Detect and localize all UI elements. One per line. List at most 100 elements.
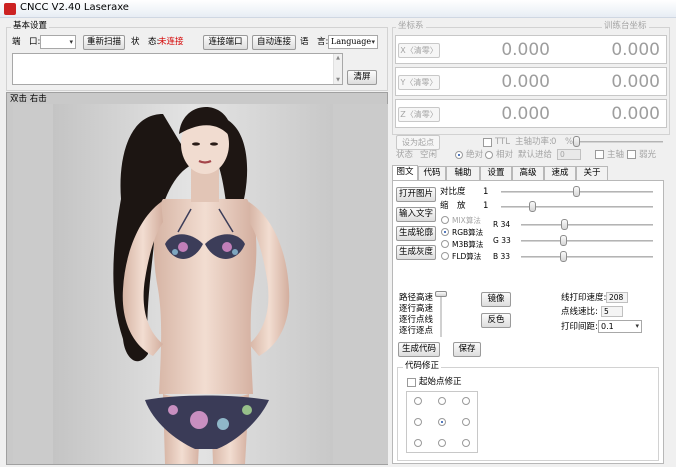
input-text-button[interactable]: 输入文字: [396, 207, 436, 222]
path-mode-line-fast[interactable]: 逐行高速: [399, 304, 433, 315]
path-mode-line-dot-line[interactable]: 逐行点线: [399, 315, 433, 326]
origin-top-center-radio[interactable]: [438, 397, 446, 405]
mix-algo-label: MIX算法: [452, 216, 481, 225]
generate-grayscale-button[interactable]: 生成灰度: [396, 245, 436, 260]
save-button[interactable]: 保存: [453, 342, 481, 357]
status-value: 未连接: [158, 37, 184, 47]
scroll-up-icon: ▲: [336, 55, 340, 61]
set-origin-button[interactable]: 设为起点: [396, 135, 440, 150]
origin-bottom-left-radio[interactable]: [414, 439, 422, 447]
state-value: 空闲: [420, 150, 438, 160]
ttl-checkbox[interactable]: [483, 138, 492, 147]
generate-outline-button[interactable]: 生成轮廓: [396, 226, 436, 241]
weak-light-label: 弱光: [639, 150, 657, 160]
language-select[interactable]: Language ▾: [328, 35, 378, 49]
r-channel-thumb[interactable]: [561, 219, 568, 230]
path-mode-thumb[interactable]: [435, 291, 447, 297]
invert-button[interactable]: 反色: [481, 313, 511, 328]
y-work-value: 0.000: [611, 72, 660, 92]
loaded-photo: [13, 104, 388, 464]
contrast-thumb[interactable]: [573, 186, 580, 197]
chevron-down-icon: ▾: [69, 38, 73, 46]
connect-port-button[interactable]: 连接端口: [203, 35, 248, 50]
fld-algo-radio[interactable]: [441, 252, 449, 260]
log-scrollbar[interactable]: ▲ ▼: [333, 54, 342, 84]
spindle-checkbox[interactable]: [595, 150, 604, 159]
tab-image-text[interactable]: 图文: [392, 165, 418, 180]
app-icon: [4, 3, 16, 15]
x-zero-button[interactable]: X〈清零〉: [398, 43, 440, 58]
laser-power-thumb[interactable]: [573, 136, 580, 147]
z-work-value: 0.000: [611, 104, 660, 124]
rgb-algo-radio[interactable]: [441, 228, 449, 236]
origin-top-left-radio[interactable]: [414, 397, 422, 405]
window-title: CNCC V2.40 Laseraxe: [20, 2, 129, 13]
tab-about[interactable]: 关于: [576, 166, 608, 180]
g-channel-slider[interactable]: [521, 240, 653, 242]
generate-code-button[interactable]: 生成代码: [398, 342, 440, 357]
tab-code[interactable]: 代码: [418, 166, 446, 180]
path-mode-line-dot[interactable]: 逐行逐点: [399, 326, 433, 337]
m3b-algo-radio[interactable]: [441, 240, 449, 248]
basic-settings-title: 基本设置: [11, 21, 50, 32]
b-channel-thumb[interactable]: [560, 251, 567, 262]
relative-radio[interactable]: [485, 151, 493, 159]
y-zero-button[interactable]: Y〈清零〉: [398, 75, 440, 90]
x-work-value: 0.000: [611, 40, 660, 60]
contrast-value: 1: [483, 187, 489, 197]
y-machine-value: 0.000: [501, 72, 550, 92]
line-speed-input[interactable]: 208: [606, 292, 628, 303]
photo-image: [13, 104, 388, 464]
open-image-button[interactable]: 打开图片: [396, 187, 436, 202]
origin-bottom-right-radio[interactable]: [462, 439, 470, 447]
dot-line-ratio-input[interactable]: 5: [601, 306, 623, 317]
coordinate-title: 坐标系: [396, 21, 426, 32]
status-label: 状 态:: [131, 37, 160, 47]
g-channel-thumb[interactable]: [560, 235, 567, 246]
origin-middle-right-radio[interactable]: [462, 418, 470, 426]
weak-light-checkbox[interactable]: [627, 150, 636, 159]
auto-connect-button[interactable]: 自动连接: [252, 35, 296, 50]
path-mode-slider[interactable]: [440, 293, 442, 337]
relative-label: 相对: [496, 150, 514, 160]
title-bar: CNCC V2.40 Laseraxe: [0, 0, 676, 18]
code-correction-title: 代码修正: [403, 361, 442, 372]
chevron-down-icon: ▾: [635, 322, 639, 330]
mix-algo-radio[interactable]: [441, 216, 449, 224]
clear-screen-button[interactable]: 清屏: [347, 70, 377, 85]
scale-thumb[interactable]: [529, 201, 536, 212]
m3b-algo-label: M3B算法: [452, 240, 484, 249]
mirror-button[interactable]: 镜像: [481, 292, 511, 307]
x-machine-value: 0.000: [501, 40, 550, 60]
tab-assist[interactable]: 辅助: [446, 166, 480, 180]
origin-top-right-radio[interactable]: [462, 397, 470, 405]
b-channel-label: B 33: [493, 252, 511, 261]
absolute-radio[interactable]: [455, 151, 463, 159]
dot-line-ratio-label: 点线速比:: [561, 307, 598, 317]
log-textbox[interactable]: ▲ ▼: [12, 53, 343, 85]
tab-settings[interactable]: 设置: [480, 166, 512, 180]
origin-center-radio[interactable]: [438, 418, 446, 426]
fld-algo-label: FLD算法: [452, 252, 482, 261]
scale-slider[interactable]: [501, 206, 653, 208]
print-gap-select[interactable]: 0.1 ▾: [598, 320, 642, 333]
laser-power-label: 主轴功率:: [515, 137, 552, 147]
port-select[interactable]: ▾: [40, 35, 76, 49]
origin-bottom-center-radio[interactable]: [438, 439, 446, 447]
laser-power-slider[interactable]: [575, 141, 663, 143]
line-speed-label: 线打印速度:: [561, 293, 607, 303]
tab-advanced[interactable]: 高级: [512, 166, 544, 180]
tab-quick[interactable]: 速成: [544, 166, 576, 180]
r-channel-slider[interactable]: [521, 224, 653, 226]
origin-position-grid: [406, 391, 478, 453]
origin-middle-left-radio[interactable]: [414, 418, 422, 426]
rescan-button[interactable]: 重新扫描: [83, 35, 125, 50]
rgb-algo-label: RGB算法: [452, 228, 484, 237]
path-mode-fast[interactable]: 路径高速: [399, 293, 433, 304]
contrast-label: 对比度: [440, 187, 466, 197]
b-channel-slider[interactable]: [521, 256, 653, 258]
origin-correction-checkbox[interactable]: [407, 378, 416, 387]
z-zero-button[interactable]: Z〈清零〉: [398, 107, 440, 122]
default-feed-input[interactable]: 0: [557, 149, 581, 160]
tab-bar: 图文 代码 辅助 设置 高级 速成 关于: [392, 165, 664, 180]
